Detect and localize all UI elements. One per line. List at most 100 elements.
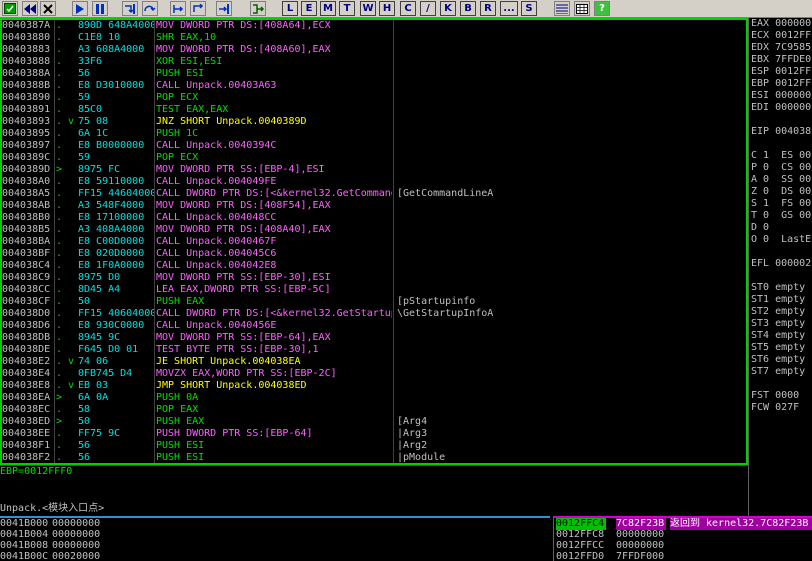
- patches-window-button[interactable]: /: [420, 1, 436, 16]
- disassembly-row[interactable]: 0040388A. 56 PUSH ESI: [2, 68, 746, 80]
- disassembly-row[interactable]: 00403893 . v 75 08 JNZ SHORT Unpack.0040389…: [2, 116, 746, 128]
- disassembly-row[interactable]: 00403888. 33F6 XOR ESI,ESI: [2, 56, 746, 68]
- modules-window-button[interactable]: E: [301, 1, 317, 16]
- list-icon[interactable]: [554, 1, 570, 16]
- register-line[interactable]: Z 0 DS 00: [751, 186, 811, 198]
- disassembly-row[interactable]: 00403883. A3 608A4000 MOV DWORD PTR DS:[40…: [2, 44, 746, 56]
- register-line[interactable]: EBP 0012FF: [751, 78, 811, 90]
- memory-window-button[interactable]: M: [320, 1, 336, 16]
- disassembly-row[interactable]: 004038E4. 0FB745 D4 MOVZX EAX,WORD PTR SS:…: [2, 368, 746, 380]
- disassembly-row[interactable]: 004038B0. E8 17100000 CALL Unpack.004048CC: [2, 212, 746, 224]
- threads-window-button[interactable]: T: [339, 1, 355, 16]
- disassembly-row[interactable]: 0040387A. 890D 648A4000 MOV DWORD PTR DS:[…: [2, 20, 746, 32]
- disassembly-row[interactable]: 004038AB. A3 548F4000 MOV DWORD PTR DS:[40…: [2, 200, 746, 212]
- disassembly-pane[interactable]: 0040387A. 890D 648A4000 MOV DWORD PTR DS:[…: [0, 18, 748, 465]
- register-line[interactable]: ST4 empty: [751, 330, 805, 342]
- register-line[interactable]: EIP 004038: [751, 126, 811, 138]
- disassembly-row[interactable]: 00403895. 6A 1C PUSH 1C: [2, 128, 746, 140]
- grid-icon[interactable]: [574, 1, 590, 16]
- disassembly-row[interactable]: 0040389D > 8975 FC MOV DWORD PTR SS:[EBP-4…: [2, 164, 746, 176]
- disassembly-row[interactable]: 0040388B. E8 D3010000 CALL Unpack.00403A63: [2, 80, 746, 92]
- register-line[interactable]: ST2 empty: [751, 306, 805, 318]
- disassembly-row[interactable]: 004038C9. 8975 D0 MOV DWORD PTR SS:[EBP-30…: [2, 272, 746, 284]
- close-icon[interactable]: [40, 1, 56, 16]
- disassembly-row[interactable]: 004038D0. FF15 40604000 CALL DWORD PTR DS:…: [2, 308, 746, 320]
- call-stack-window-button[interactable]: K: [440, 1, 456, 16]
- pause-icon[interactable]: [92, 1, 108, 16]
- stack-row[interactable]: 0012FFD0 7FFDF000: [554, 551, 812, 561]
- handles-window-button[interactable]: H: [379, 1, 395, 16]
- disassembly-row[interactable]: 004038E8 . v EB 03 JMP SHORT Unpack.004038E…: [2, 380, 746, 392]
- source-window-button[interactable]: S: [521, 1, 537, 16]
- cpu-window-button[interactable]: C: [400, 1, 416, 16]
- register-line[interactable]: ST3 empty: [751, 318, 805, 330]
- run-trace-window-button[interactable]: ...: [500, 1, 518, 16]
- disassembly-row[interactable]: 004038CF. 50 PUSH EAX [pStartupinfo: [2, 296, 746, 308]
- trace-over-icon[interactable]: [190, 1, 206, 16]
- disassembly-row[interactable]: 00403891. 85C0 TEST EAX,EAX: [2, 104, 746, 116]
- goto-icon[interactable]: [250, 1, 266, 16]
- dump-row[interactable]: 0041B008 00000000: [0, 540, 546, 551]
- register-line[interactable]: FST 0000: [751, 390, 799, 402]
- disassembly-row[interactable]: 004038DE. F645 D0 01 TEST BYTE PTR SS:[EBP…: [2, 344, 746, 356]
- windows-window-button[interactable]: W: [360, 1, 376, 16]
- register-line[interactable]: S 1 FS 00: [751, 198, 811, 210]
- disassembly-row[interactable]: 004038C4. E8 1F0A0000 CALL Unpack.004042E8: [2, 260, 746, 272]
- disassembly-row[interactable]: 0040389C. 59 POP ECX: [2, 152, 746, 164]
- register-line[interactable]: ST6 empty: [751, 354, 805, 366]
- disassembly-row[interactable]: 004038F1. 56 PUSH ESI |Arg2: [2, 440, 746, 452]
- disassembly-row[interactable]: 004038F2. 56 PUSH ESI |pModule: [2, 452, 746, 463]
- disassembly-row[interactable]: 004038EE. FF75 9C PUSH DWORD PTR SS:[EBP-6…: [2, 428, 746, 440]
- trace-into-icon[interactable]: [170, 1, 186, 16]
- dump-row[interactable]: 0041B004 00000000: [0, 529, 546, 540]
- open-icon[interactable]: [2, 1, 18, 16]
- disassembly-row[interactable]: 00403897. E8 B0000000 CALL Unpack.0040394C: [2, 140, 746, 152]
- memory-dump-pane[interactable]: 0041B000 00000000 0041B004 00000000 0041B008…: [0, 516, 550, 561]
- execute-till-return-icon[interactable]: [216, 1, 232, 16]
- log-window-button[interactable]: L: [282, 1, 298, 16]
- register-line[interactable]: T 0 GS 00: [751, 210, 811, 222]
- register-line[interactable]: EBX 7FFDE0: [751, 54, 811, 66]
- dump-row[interactable]: 0041B000 00000000: [0, 518, 546, 529]
- registers-pane[interactable]: EAX 000000 ECX 0012FF EDX 7C9585 EBX 7FFDE0…: [748, 18, 812, 516]
- register-line[interactable]: ST0 empty: [751, 282, 805, 294]
- register-line[interactable]: A 0 SS 00: [751, 174, 811, 186]
- step-over-icon[interactable]: [142, 1, 158, 16]
- run-icon[interactable]: [72, 1, 88, 16]
- register-line[interactable]: EDX 7C9585: [751, 42, 811, 54]
- breakpoints-window-button[interactable]: B: [460, 1, 476, 16]
- register-line[interactable]: ST1 empty: [751, 294, 805, 306]
- register-line[interactable]: ESI 000000: [751, 90, 811, 102]
- register-line[interactable]: C 1 ES 00: [751, 150, 811, 162]
- disassembly-row[interactable]: 00403880. C1E8 10 SHR EAX,10: [2, 32, 746, 44]
- register-line[interactable]: ESP 0012FF: [751, 66, 811, 78]
- step-into-icon[interactable]: [122, 1, 138, 16]
- stack-pane[interactable]: 0012FFC4 7C82F23B 返回到 kernel32.7C82F23B 001…: [553, 516, 812, 561]
- disassembly-row[interactable]: 004038A5. FF15 44604000 CALL DWORD PTR DS:…: [2, 188, 746, 200]
- register-line[interactable]: FCW 027F: [751, 402, 799, 414]
- disassembly-row[interactable]: 004038EA > 6A 0A PUSH 0A: [2, 392, 746, 404]
- disassembly-row[interactable]: 004038BF. E8 020D0000 CALL Unpack.004045C6: [2, 248, 746, 260]
- disassembly-row[interactable]: 004038DB. 8945 9C MOV DWORD PTR SS:[EBP-64…: [2, 332, 746, 344]
- register-line[interactable]: EAX 000000: [751, 18, 811, 30]
- register-line[interactable]: D 0: [751, 222, 769, 234]
- disassembly-row[interactable]: 004038B5. A3 408A4000 MOV DWORD PTR DS:[40…: [2, 224, 746, 236]
- dump-row[interactable]: 0041B00C 00020000: [0, 551, 546, 561]
- register-line[interactable]: P 0 CS 00: [751, 162, 811, 174]
- help-icon[interactable]: ?: [594, 1, 610, 16]
- disassembly-row[interactable]: 00403890. 59 POP ECX: [2, 92, 746, 104]
- disassembly-row[interactable]: 004038CC. 8D45 A4 LEA EAX,DWORD PTR SS:[EB…: [2, 284, 746, 296]
- disassembly-row[interactable]: 004038E2 . v 74 06 JE SHORT Unpack.004038EA: [2, 356, 746, 368]
- disassembly-row[interactable]: 004038ED > 50 PUSH EAX [Arg4: [2, 416, 746, 428]
- disassembly-row[interactable]: 004038D6. E8 930C0000 CALL Unpack.0040456E: [2, 320, 746, 332]
- register-line[interactable]: ST7 empty: [751, 366, 805, 378]
- disassembly-row[interactable]: 004038EC. 58 POP EAX: [2, 404, 746, 416]
- register-line[interactable]: EDI 000000: [751, 102, 811, 114]
- register-line[interactable]: ECX 0012FF: [751, 30, 811, 42]
- disassembly-row[interactable]: 004038BA. E8 C00D0000 CALL Unpack.0040467F: [2, 236, 746, 248]
- register-line[interactable]: ST5 empty: [751, 342, 805, 354]
- register-line[interactable]: O 0 LastE: [751, 234, 811, 246]
- rewind-icon[interactable]: [22, 1, 38, 16]
- references-window-button[interactable]: R: [480, 1, 496, 16]
- register-line[interactable]: EFL 000002: [751, 258, 811, 270]
